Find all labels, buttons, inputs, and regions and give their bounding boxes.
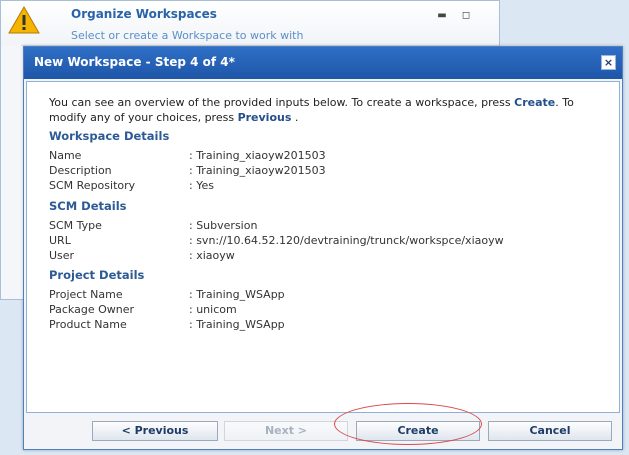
detail-row: SCM Repository : Yes <box>49 179 609 193</box>
dialog-titlebar[interactable]: New Workspace - Step 4 of 4* × <box>24 47 622 79</box>
scm-repository-value: : Yes <box>189 179 214 192</box>
detail-row: Name : Training_xiaoyw201503 <box>49 149 609 163</box>
background-left-strip <box>1 45 21 299</box>
detail-row: Project Name : Training_WSApp <box>49 288 609 302</box>
warning-icon <box>8 5 40 34</box>
workspace-details-title: Workspace Details <box>49 129 170 143</box>
package-owner-value: : unicom <box>189 303 237 316</box>
intro-create-word: Create <box>514 96 556 109</box>
description-value: : Training_xiaoyw201503 <box>189 164 326 177</box>
name-label: Name <box>49 149 82 162</box>
name-value: : Training_xiaoyw201503 <box>189 149 326 162</box>
detail-row: SCM Type : Subversion <box>49 219 609 233</box>
intro-text: You can see an overview of the provided … <box>49 95 609 125</box>
detail-row: User : xiaoyw <box>49 249 609 263</box>
previous-button[interactable]: < Previous <box>92 421 218 441</box>
url-value: : svn://10.64.52.120/devtraining/trunck/… <box>189 234 504 247</box>
product-name-value: : Training_WSApp <box>189 318 285 331</box>
package-owner-label: Package Owner <box>49 303 135 316</box>
url-label: URL <box>49 234 71 247</box>
create-button[interactable]: Create <box>356 421 480 441</box>
organize-workspaces-header: Organize Workspaces Select or create a W… <box>1 1 499 46</box>
detail-row: Description : Training_xiaoyw201503 <box>49 164 609 178</box>
project-details-title: Project Details <box>49 268 145 282</box>
next-button[interactable]: Next > <box>224 421 348 441</box>
button-bar: < Previous Next > Create Cancel <box>24 415 622 449</box>
user-value: : xiaoyw <box>189 249 235 262</box>
user-label: User <box>49 249 75 262</box>
detail-row: URL : svn://10.64.52.120/devtraining/tru… <box>49 234 609 248</box>
detail-row: Package Owner : unicom <box>49 303 609 317</box>
dialog-title: New Workspace - Step 4 of 4* <box>34 55 235 69</box>
scm-type-value: : Subversion <box>189 219 258 232</box>
intro-part1: You can see an overview of the provided … <box>49 96 515 109</box>
close-icon[interactable]: × <box>601 55 616 70</box>
organize-workspaces-title: Organize Workspaces <box>71 7 217 21</box>
project-name-label: Project Name <box>49 288 123 301</box>
project-name-value: : Training_WSApp <box>189 288 285 301</box>
intro-previous-word: Previous <box>237 111 292 124</box>
intro-part3: . <box>291 111 299 124</box>
restore-icon[interactable]: ◻ <box>461 11 471 21</box>
minimize-icon[interactable]: ▬ <box>437 11 447 21</box>
new-workspace-dialog: New Workspace - Step 4 of 4* × You can s… <box>23 46 623 450</box>
scm-details-title: SCM Details <box>49 199 127 213</box>
organize-workspaces-subtitle: Select or create a Workspace to work wit… <box>71 29 304 42</box>
scm-type-label: SCM Type <box>49 219 102 232</box>
detail-row: Product Name : Training_WSApp <box>49 318 609 332</box>
product-name-label: Product Name <box>49 318 127 331</box>
cancel-button[interactable]: Cancel <box>488 421 612 441</box>
scm-repository-label: SCM Repository <box>49 179 136 192</box>
description-label: Description <box>49 164 112 177</box>
summary-panel: You can see an overview of the provided … <box>26 81 620 413</box>
